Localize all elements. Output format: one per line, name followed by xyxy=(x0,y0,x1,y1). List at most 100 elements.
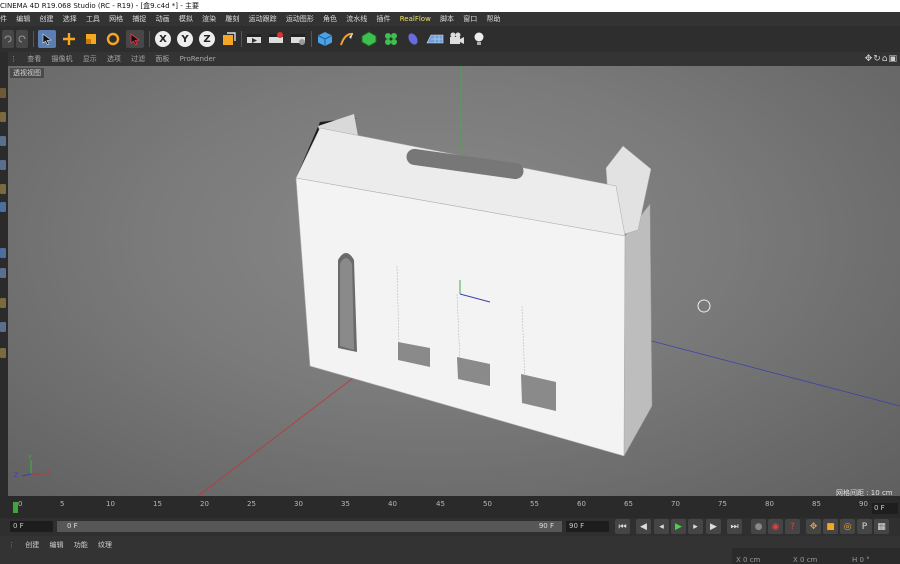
menu-sculpt[interactable]: 雕刻 xyxy=(225,12,239,26)
menu-snap[interactable]: 捕捉 xyxy=(132,12,146,26)
mode-icon[interactable] xyxy=(0,88,6,98)
menu-realflow[interactable]: RealFlow xyxy=(400,12,431,26)
next-frame-icon[interactable]: ▸ xyxy=(688,519,703,534)
goto-start-icon[interactable]: ⏮ xyxy=(615,519,630,534)
menu-window[interactable]: 窗口 xyxy=(463,12,477,26)
mode-icon[interactable] xyxy=(0,160,6,170)
timeline-tick: 85 xyxy=(812,500,821,508)
camera-icon[interactable] xyxy=(448,30,466,48)
viewport-name-label: 透视视图 xyxy=(10,68,44,78)
end-frame-field[interactable]: 90 F xyxy=(566,521,609,532)
gift-box-model[interactable] xyxy=(295,114,653,457)
timeline-tick: 50 xyxy=(483,500,492,508)
timeline-tick: 30 xyxy=(294,500,303,508)
move-icon[interactable] xyxy=(60,30,78,48)
x-axis-lock-icon[interactable]: X xyxy=(155,31,171,47)
material-menu-edit[interactable]: 编辑 xyxy=(49,540,63,550)
mode-icon[interactable] xyxy=(0,248,6,258)
menu-motion-tracking[interactable]: 运动跟踪 xyxy=(249,12,277,26)
live-selection-icon[interactable] xyxy=(38,30,56,48)
cursor-circle-icon xyxy=(697,299,711,313)
timeline-tick: 10 xyxy=(106,500,115,508)
cloner-icon[interactable] xyxy=(382,30,400,48)
mode-icon[interactable] xyxy=(0,348,6,358)
play-icon[interactable]: ▶ xyxy=(671,519,686,534)
coordinate-system-icon[interactable] xyxy=(220,30,238,48)
render-to-picture-viewer-icon[interactable] xyxy=(267,30,285,48)
menu-character[interactable]: 角色 xyxy=(323,12,337,26)
viewport-menu-cameras[interactable]: 摄像机 xyxy=(51,52,72,66)
preview-range-slider[interactable]: 0 F 90 F xyxy=(57,521,562,532)
menu-pipeline[interactable]: 流水线 xyxy=(346,12,367,26)
key-pla-icon[interactable]: ▦ xyxy=(874,519,889,534)
material-menu-texture[interactable]: 纹理 xyxy=(98,540,112,550)
menu-mograph[interactable]: 运动图形 xyxy=(286,12,314,26)
floor-icon[interactable] xyxy=(424,30,446,48)
goto-end-icon[interactable]: ⏭ xyxy=(727,519,742,534)
range-start-label: 0 F xyxy=(67,522,78,530)
record-keys-icon[interactable]: ● xyxy=(751,519,766,534)
key-position-icon[interactable]: ✥ xyxy=(806,519,821,534)
rotate-icon[interactable] xyxy=(104,30,122,48)
viewport-menu-panel[interactable]: 面板 xyxy=(155,52,169,66)
render-view-icon[interactable] xyxy=(245,30,263,48)
viewport-menu-filter[interactable]: 过滤 xyxy=(131,52,145,66)
key-parameter-icon[interactable]: P xyxy=(857,519,872,534)
deformer-icon[interactable] xyxy=(404,30,422,48)
viewport-menu-prorender[interactable]: ProRender xyxy=(180,52,216,66)
recent-tool-icon[interactable] xyxy=(126,30,144,48)
coord-x-size[interactable]: X 0 cm xyxy=(793,556,817,564)
menu-create[interactable]: 创建 xyxy=(39,12,53,26)
menu-select[interactable]: 选择 xyxy=(63,12,77,26)
material-menu-function[interactable]: 功能 xyxy=(74,540,88,550)
viewport-menu-options[interactable]: 选项 xyxy=(107,52,121,66)
previous-frame-icon[interactable]: ◂ xyxy=(654,519,669,534)
cube-primitive-icon[interactable] xyxy=(316,30,334,48)
key-rotation-icon[interactable]: ◎ xyxy=(840,519,855,534)
menu-bar: 件 编辑 创建 选择 工具 网格 捕捉 动画 模拟 渲染 雕刻 运动跟踪 运动图… xyxy=(0,12,900,26)
gizmo-z-label: Z xyxy=(14,472,19,479)
viewport-menu-view[interactable]: 查看 xyxy=(27,52,41,66)
coord-h-rotation[interactable]: H 0 ° xyxy=(852,556,870,564)
mode-icon[interactable] xyxy=(0,298,6,308)
scale-icon[interactable] xyxy=(82,30,100,48)
mode-icon[interactable] xyxy=(0,184,6,194)
mode-icon[interactable] xyxy=(0,136,6,146)
menu-render[interactable]: 渲染 xyxy=(202,12,216,26)
menu-animate[interactable]: 动画 xyxy=(156,12,170,26)
menu-plugins[interactable]: 插件 xyxy=(377,12,391,26)
current-frame-field[interactable]: 0 F xyxy=(10,521,53,532)
menu-simulate[interactable]: 模拟 xyxy=(179,12,193,26)
next-key-icon[interactable]: ▶ xyxy=(706,519,721,534)
mode-icon[interactable] xyxy=(0,112,6,122)
menu-script[interactable]: 脚本 xyxy=(440,12,454,26)
y-axis-lock-icon[interactable]: Y xyxy=(177,31,193,47)
keyframe-selection-icon[interactable]: ? xyxy=(785,519,800,534)
menu-mesh[interactable]: 网格 xyxy=(109,12,123,26)
mode-icon[interactable] xyxy=(0,322,6,332)
redo-icon[interactable] xyxy=(16,30,28,48)
timeline-playhead[interactable] xyxy=(13,502,18,513)
viewport-navigation-icons[interactable]: ✥↻⌂▣ xyxy=(865,52,898,66)
timeline-ruler[interactable]: 0 5 10 15 20 25 30 35 40 45 50 55 60 65 … xyxy=(12,500,874,514)
menu-tools[interactable]: 工具 xyxy=(86,12,100,26)
menu-edit[interactable]: 编辑 xyxy=(16,12,30,26)
perspective-viewport[interactable]: Y X Z xyxy=(8,66,900,496)
mode-icon[interactable] xyxy=(0,268,6,278)
undo-icon[interactable] xyxy=(2,30,14,48)
coord-x-position[interactable]: X 0 cm xyxy=(736,556,760,564)
menu-help[interactable]: 帮助 xyxy=(487,12,501,26)
viewport-menu-display[interactable]: 显示 xyxy=(83,52,97,66)
z-axis-lock-icon[interactable]: Z xyxy=(199,31,215,47)
menu-file[interactable]: 件 xyxy=(0,12,7,26)
pen-spline-icon[interactable] xyxy=(338,30,356,48)
timeline-tick: 25 xyxy=(247,500,256,508)
key-scale-icon[interactable]: ■ xyxy=(823,519,838,534)
subdivision-surface-icon[interactable] xyxy=(360,30,378,48)
light-icon[interactable] xyxy=(470,30,488,48)
material-menu-create[interactable]: 创建 xyxy=(25,540,39,550)
previous-key-icon[interactable]: ◀ xyxy=(636,519,651,534)
mode-icon[interactable] xyxy=(0,202,6,212)
render-settings-icon[interactable] xyxy=(289,30,307,48)
autokey-icon[interactable]: ◉ xyxy=(768,519,783,534)
